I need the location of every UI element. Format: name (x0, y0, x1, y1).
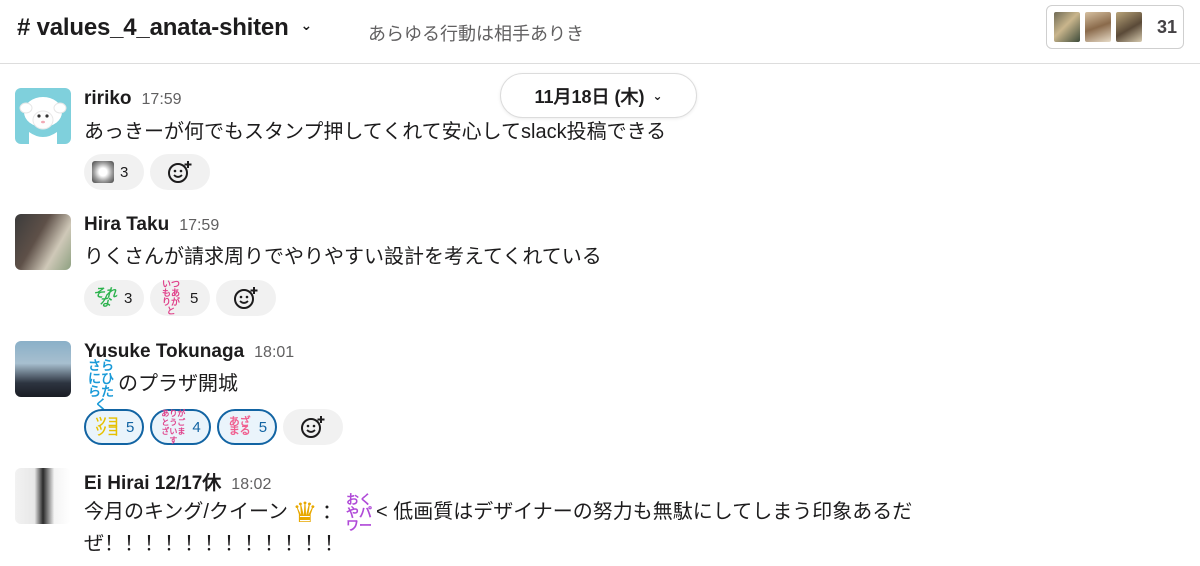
member-avatar (1114, 10, 1144, 44)
crown-icon: ♛ (292, 497, 318, 529)
add-reaction-button[interactable] (150, 154, 210, 190)
reaction-pill[interactable]: あざまる 5 (216, 409, 278, 445)
add-reaction-icon (234, 287, 258, 309)
message-text: 今月のキング/クイーン ♛ ：おくやパワー< 低画質はデザイナーの努力も無駄にしてし… (84, 492, 1004, 534)
add-reaction-button[interactable] (283, 409, 344, 445)
date-divider-button[interactable]: 11月18日 (木) ⌄ (500, 73, 697, 118)
channel-header: # values_4_anata-shiten ⌄ あらゆる行動は相手ありき 3… (0, 0, 1200, 64)
add-reaction-button[interactable] (216, 280, 276, 316)
reaction-bar: 3 (84, 154, 210, 190)
member-avatar (1052, 10, 1082, 44)
channel-name-button[interactable]: # values_4_anata-shiten ⌄ (17, 14, 312, 42)
username[interactable]: Ei Hirai 12/17休 (84, 468, 221, 495)
reaction-pill[interactable]: いつもありがと 5 (150, 280, 210, 316)
channel-topic[interactable]: あらゆる行動は相手ありき (368, 20, 584, 46)
avatar[interactable] (15, 468, 71, 524)
sheep-icon (19, 97, 67, 144)
arigatou-gozaimasu-emoji-icon: ありがとうございます (161, 409, 186, 445)
reaction-bar: ツヨツヨ 5 ありがとうございます 4 あざまる 5 (84, 409, 344, 445)
username[interactable]: ririko (84, 88, 132, 110)
itsumo-arigato-emoji-icon: いつもありがと (161, 279, 180, 316)
reaction-count: 3 (120, 163, 129, 181)
sarani-hirataku-emoji-icon: さらにひらたく (87, 357, 114, 412)
okuya-power-emoji-icon: おくやパワー (345, 492, 372, 534)
reaction-count: 5 (258, 418, 268, 436)
message-text-body: のプラザ開城 (118, 373, 238, 395)
message-text: さらにひらたくのプラザ開城 (84, 357, 1004, 412)
member-avatar (1083, 10, 1113, 44)
member-list-button[interactable]: 31 (1046, 5, 1184, 49)
avatar[interactable] (15, 214, 71, 270)
reaction-pill[interactable]: それな 3 (84, 280, 144, 316)
sorena-emoji-icon: それな (92, 286, 117, 309)
message-text: りくさんが請求周りでやりやすい設計を考えてくれている (84, 246, 602, 268)
reaction-count: 5 (126, 418, 135, 436)
reaction-bar: それな 3 いつもありがと 5 (84, 280, 276, 316)
azamaru-emoji-icon: あざまる (228, 416, 251, 437)
add-reaction-icon (168, 161, 192, 183)
reaction-count: 4 (192, 418, 201, 436)
chevron-down-icon: ⌄ (300, 16, 313, 33)
username[interactable]: Hira Taku (84, 214, 169, 236)
timestamp[interactable]: 18:02 (231, 476, 271, 494)
timestamp[interactable]: 17:59 (179, 217, 219, 235)
member-count: 31 (1157, 16, 1178, 37)
add-reaction-icon (301, 416, 325, 438)
message-text-part: 今月のキング/クイーン (84, 501, 288, 523)
message-text-part: < 低画質はデザイナーの努力も無駄にしてしまう印象あるだ (375, 501, 913, 523)
reaction-count: 3 (124, 289, 133, 307)
message-text: あっきーが何でもスタンプ押してくれて安心してslack投稿できる (84, 121, 667, 143)
message-text-colon: ： (321, 501, 342, 523)
date-label: 11月18日 (木) (534, 86, 645, 107)
channel-name: # values_4_anata-shiten (17, 14, 289, 41)
reaction-pill[interactable]: 3 (84, 154, 144, 190)
chevron-down-icon: ⌄ (652, 88, 663, 103)
custom-emoji-icon (92, 161, 114, 183)
tsuyotsuyo-emoji-icon: ツヨツヨ (94, 415, 119, 438)
timestamp[interactable]: 18:01 (254, 344, 294, 362)
avatar[interactable] (15, 88, 71, 144)
message-text-line: ぜ！！！！！！！！！！！！ (84, 533, 344, 555)
reaction-pill[interactable]: ツヨツヨ 5 (84, 409, 145, 445)
reaction-pill[interactable]: ありがとうございます 4 (150, 409, 211, 445)
timestamp[interactable]: 17:59 (142, 91, 182, 109)
reaction-count: 5 (190, 289, 199, 307)
avatar[interactable] (15, 341, 71, 397)
